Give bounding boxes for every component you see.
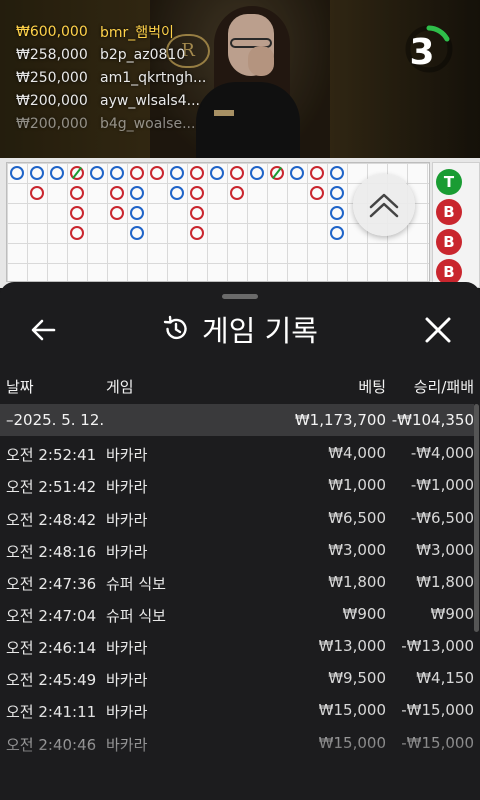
winner-row: ₩258,000 b2p_az0810 <box>16 46 186 63</box>
day-bet-total: ₩1,173,700 <box>294 411 386 429</box>
player-marker <box>130 186 144 200</box>
banker-marker <box>190 226 204 240</box>
history-row[interactable]: 오전 2:41:11 바카라 ₩15,000 -₩15,000 <box>0 693 474 725</box>
player-marker <box>170 186 184 200</box>
player-marker <box>330 206 344 220</box>
history-row[interactable]: 오전 2:48:16 바카라 ₩3,000 ₩3,000 <box>0 533 474 565</box>
column-header-date: 날짜 <box>6 378 34 396</box>
panel-title-text: 게임 기록 <box>202 314 318 348</box>
banker-marker <box>70 186 84 200</box>
drag-handle[interactable] <box>222 294 258 299</box>
double-chevron-up-icon <box>369 193 399 218</box>
history-row[interactable]: 오전 2:51:42 바카라 ₩1,000 -₩1,000 <box>0 468 474 500</box>
history-row[interactable]: 오전 2:47:36 슈퍼 식보 ₩1,800 ₩1,800 <box>0 565 474 597</box>
winner-row: ₩600,000 bmr_햄벅이 <box>16 23 174 41</box>
banker-marker <box>150 166 164 180</box>
player-marker <box>50 166 64 180</box>
live-video: R ₩600,000 bmr_햄벅이 ₩258,000 b2p_az0810 ₩… <box>0 0 480 158</box>
player-marker <box>170 166 184 180</box>
banker-marker <box>30 186 44 200</box>
game-history-panel: 게임 기록 날짜 게임 베팅 승리/패배 –2025. 5. 12. ₩1,17… <box>0 282 480 800</box>
countdown-timer: 3 <box>409 32 435 73</box>
banker-marker <box>310 166 324 180</box>
history-icon <box>163 315 187 340</box>
history-row[interactable]: 오전 2:40:46 바카라 ₩15,000 -₩15,000 <box>0 726 474 758</box>
scrollbar[interactable] <box>474 404 479 632</box>
column-header-result: 승리/패배 <box>413 378 474 396</box>
tie-prediction: T <box>436 169 462 195</box>
winner-row: ₩200,000 ayw_wlsals4... <box>16 92 200 109</box>
winners-list: ₩600,000 bmr_햄벅이 ₩258,000 b2p_az0810 ₩25… <box>16 20 206 135</box>
banker-marker <box>70 226 84 240</box>
panel-title: 게임 기록 <box>162 308 318 350</box>
banker-marker <box>190 186 204 200</box>
player-marker <box>330 226 344 240</box>
scoreboard: T B B B <box>0 158 480 288</box>
history-row[interactable]: 오전 2:48:42 바카라 ₩6,500 -₩6,500 <box>0 501 474 533</box>
history-row[interactable]: 오전 2:45:49 바카라 ₩9,500 ₩4,150 <box>0 661 474 693</box>
day-date: –2025. 5. 12. <box>6 411 105 429</box>
winner-row: ₩250,000 am1_qkrtngh... <box>16 69 207 86</box>
history-row[interactable]: 오전 2:46:14 바카라 ₩13,000 -₩13,000 <box>0 629 474 661</box>
banker-marker <box>310 186 324 200</box>
banker-marker <box>130 166 144 180</box>
player-marker <box>30 166 44 180</box>
close-button[interactable] <box>420 312 456 348</box>
banker-marker <box>230 186 244 200</box>
player-marker <box>10 166 24 180</box>
banker-marker <box>110 186 124 200</box>
winner-row: ₩200,000 b4g_woalse... <box>16 115 196 132</box>
collapse-scoreboard-button[interactable] <box>353 174 415 236</box>
banker-marker <box>230 166 244 180</box>
banker-marker <box>190 166 204 180</box>
banker-prediction: B <box>436 229 462 255</box>
player-marker <box>130 226 144 240</box>
banker-marker <box>190 206 204 220</box>
close-icon <box>425 317 451 343</box>
player-marker <box>210 166 224 180</box>
column-header-game: 게임 <box>106 378 134 396</box>
banker-marker <box>70 206 84 220</box>
player-marker <box>90 166 104 180</box>
day-result-total: -₩104,350 <box>391 411 474 429</box>
player-marker <box>290 166 304 180</box>
prediction-column: T B B B <box>432 162 480 288</box>
day-summary-row[interactable]: –2025. 5. 12. ₩1,173,700 -₩104,350 <box>0 404 474 436</box>
banker-marker <box>110 206 124 220</box>
player-marker <box>130 206 144 220</box>
player-marker <box>330 166 344 180</box>
history-row[interactable]: 오전 2:52:41 바카라 ₩4,000 -₩4,000 <box>0 436 474 468</box>
player-marker <box>250 166 264 180</box>
player-marker <box>330 186 344 200</box>
history-row[interactable]: 오전 2:47:04 슈퍼 식보 ₩900 ₩900 <box>0 597 474 629</box>
column-header-bet: 베팅 <box>358 378 386 396</box>
banker-prediction: B <box>436 199 462 225</box>
player-marker <box>110 166 124 180</box>
